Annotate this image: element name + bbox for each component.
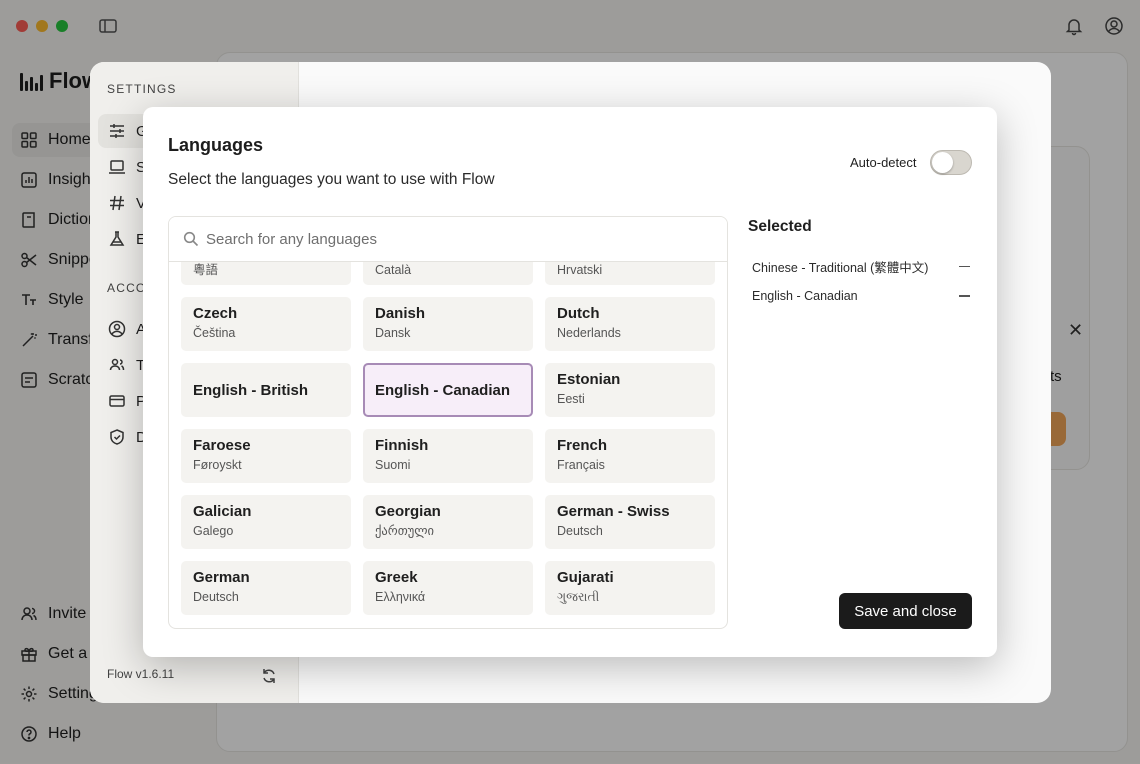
language-native: Eesti (557, 392, 585, 406)
language-name: Georgian (375, 503, 441, 520)
language-name: Galician (193, 503, 252, 520)
language-card-french[interactable]: French Français (545, 429, 715, 483)
selected-item-english-canadian: English - Canadian (752, 289, 970, 303)
language-native: Čeština (193, 326, 236, 340)
language-name: Greek (375, 569, 418, 586)
selected-item-label: Chinese - Traditional (繁體中文) (752, 261, 929, 275)
remove-icon[interactable] (959, 265, 970, 268)
language-card-gujarati[interactable]: Gujarati ગુજરાતી (545, 561, 715, 615)
language-card-dutch[interactable]: Dutch Nederlands (545, 297, 715, 351)
language-native: ქართული (375, 524, 435, 538)
modal-subtitle: Select the languages you want to use wit… (168, 171, 495, 188)
language-name: Estonian (557, 371, 621, 388)
toggle-knob (932, 152, 953, 173)
language-name: Czech (193, 305, 238, 322)
search-bar (169, 217, 727, 262)
language-name: French (557, 437, 608, 454)
language-card-greek[interactable]: Greek Ελληνικά (363, 561, 533, 615)
language-native: Català (375, 263, 412, 277)
language-native: 粵語 (193, 263, 219, 277)
language-list-panel: 粵語 Català Hrvatski Czech Čeština Danish … (168, 216, 728, 629)
language-native: Føroyskt (193, 458, 242, 472)
language-native: Nederlands (557, 326, 621, 340)
language-card-estonian[interactable]: Estonian Eesti (545, 363, 715, 417)
selected-title: Selected (748, 218, 812, 235)
language-name: Gujarati (557, 569, 614, 586)
modal-title: Languages (168, 135, 264, 155)
language-name: German - Swiss (557, 503, 670, 520)
language-card-german[interactable]: German Deutsch (181, 561, 351, 615)
language-native: Ελληνικά (375, 590, 426, 604)
language-native: Dansk (375, 326, 411, 340)
language-native: Deutsch (193, 590, 239, 604)
auto-detect-label: Auto-detect (850, 155, 917, 170)
selected-item-chinese-traditional: Chinese - Traditional (繁體中文) (752, 257, 970, 276)
language-card-galician[interactable]: Galician Galego (181, 495, 351, 549)
search-input[interactable] (169, 217, 727, 261)
language-card-danish[interactable]: Danish Dansk (363, 297, 533, 351)
language-native: ગુજરાતી (557, 590, 600, 604)
language-name: Danish (375, 305, 426, 322)
language-native: Suomi (375, 458, 411, 472)
language-name: Faroese (193, 437, 251, 454)
search-icon (183, 231, 199, 247)
language-card-finnish[interactable]: Finnish Suomi (363, 429, 533, 483)
language-native: Galego (193, 524, 234, 538)
language-name: Finnish (375, 437, 429, 454)
auto-detect-toggle[interactable] (930, 150, 972, 175)
language-card-czech[interactable]: Czech Čeština (181, 297, 351, 351)
language-card-faroese[interactable]: Faroese Føroyskt (181, 429, 351, 483)
language-card-english-canadian[interactable]: English - Canadian (363, 363, 533, 417)
language-name: Dutch (557, 305, 600, 322)
language-native: Hrvatski (557, 263, 603, 277)
languages-modal: Languages Select the languages you want … (143, 107, 997, 657)
selected-item-label: English - Canadian (752, 289, 858, 303)
save-and-close-button[interactable]: Save and close (839, 593, 972, 629)
language-name: English - Canadian (375, 381, 511, 399)
language-name: German (193, 569, 250, 586)
language-native: Deutsch (557, 524, 603, 538)
language-native: Français (557, 458, 605, 472)
language-card-georgian[interactable]: Georgian ქართული (363, 495, 533, 549)
language-card-english-british[interactable]: English - British (181, 363, 351, 417)
language-card-german-swiss[interactable]: German - Swiss Deutsch (545, 495, 715, 549)
language-name: English - British (193, 381, 309, 399)
remove-icon[interactable] (959, 295, 970, 297)
